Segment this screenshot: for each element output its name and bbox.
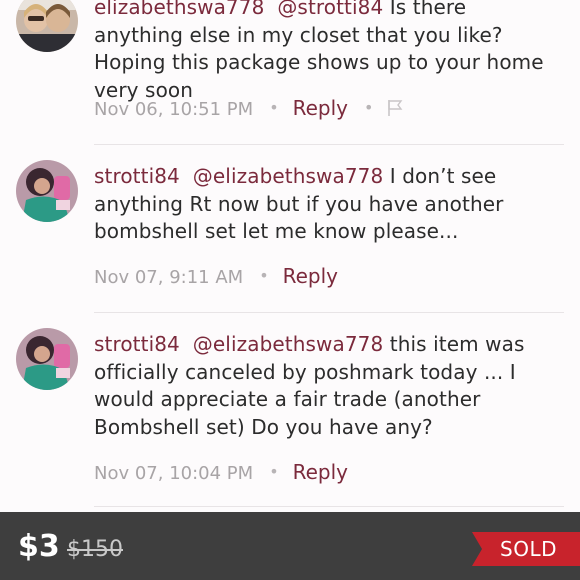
separator-dot: •: [364, 98, 374, 117]
comment-timestamp: Nov 06, 10:51 PM: [94, 99, 254, 120]
original-price: $150: [67, 537, 123, 562]
reply-link[interactable]: Reply: [293, 96, 348, 120]
comment-mention[interactable]: @strotti84: [277, 0, 383, 19]
comment-divider: [94, 144, 564, 145]
comment-meta: Nov 07, 9:11 AM • Reply: [94, 264, 338, 288]
avatar-photo-icon: [16, 0, 78, 52]
avatar[interactable]: [16, 0, 78, 52]
comment-meta: Nov 07, 10:04 PM • Reply: [94, 460, 348, 484]
comment-divider: [94, 506, 564, 507]
comment-username[interactable]: strotti84: [94, 332, 180, 356]
comment-meta: Nov 06, 10:51 PM • Reply •: [94, 96, 403, 122]
sold-badge: SOLD: [472, 532, 580, 566]
comment-username[interactable]: strotti84: [94, 164, 180, 188]
reply-link[interactable]: Reply: [293, 460, 348, 484]
sold-label: SOLD: [500, 537, 557, 561]
flag-icon[interactable]: [387, 99, 403, 122]
separator-dot: •: [259, 266, 269, 285]
avatar[interactable]: [16, 328, 78, 390]
comment-mention[interactable]: @elizabethswa778: [193, 164, 384, 188]
separator-dot: •: [269, 462, 279, 481]
avatar-photo-icon: [16, 160, 78, 222]
comment-mention[interactable]: @elizabethswa778: [193, 332, 384, 356]
avatar-photo-icon: [16, 328, 78, 390]
separator-dot: •: [269, 98, 279, 117]
reply-link[interactable]: Reply: [283, 264, 338, 288]
listing-price-bar: $3 $150 SOLD: [0, 512, 580, 580]
avatar[interactable]: [16, 160, 78, 222]
comment-username[interactable]: elizabethswa778: [94, 0, 264, 19]
comment-divider: [94, 312, 564, 313]
comment-timestamp: Nov 07, 9:11 AM: [94, 267, 244, 288]
listing-price: $3: [18, 529, 60, 564]
comment-timestamp: Nov 07, 10:04 PM: [94, 463, 254, 484]
comment-thread: elizabethswa778 @strotti84 Is there anyt…: [0, 0, 580, 512]
